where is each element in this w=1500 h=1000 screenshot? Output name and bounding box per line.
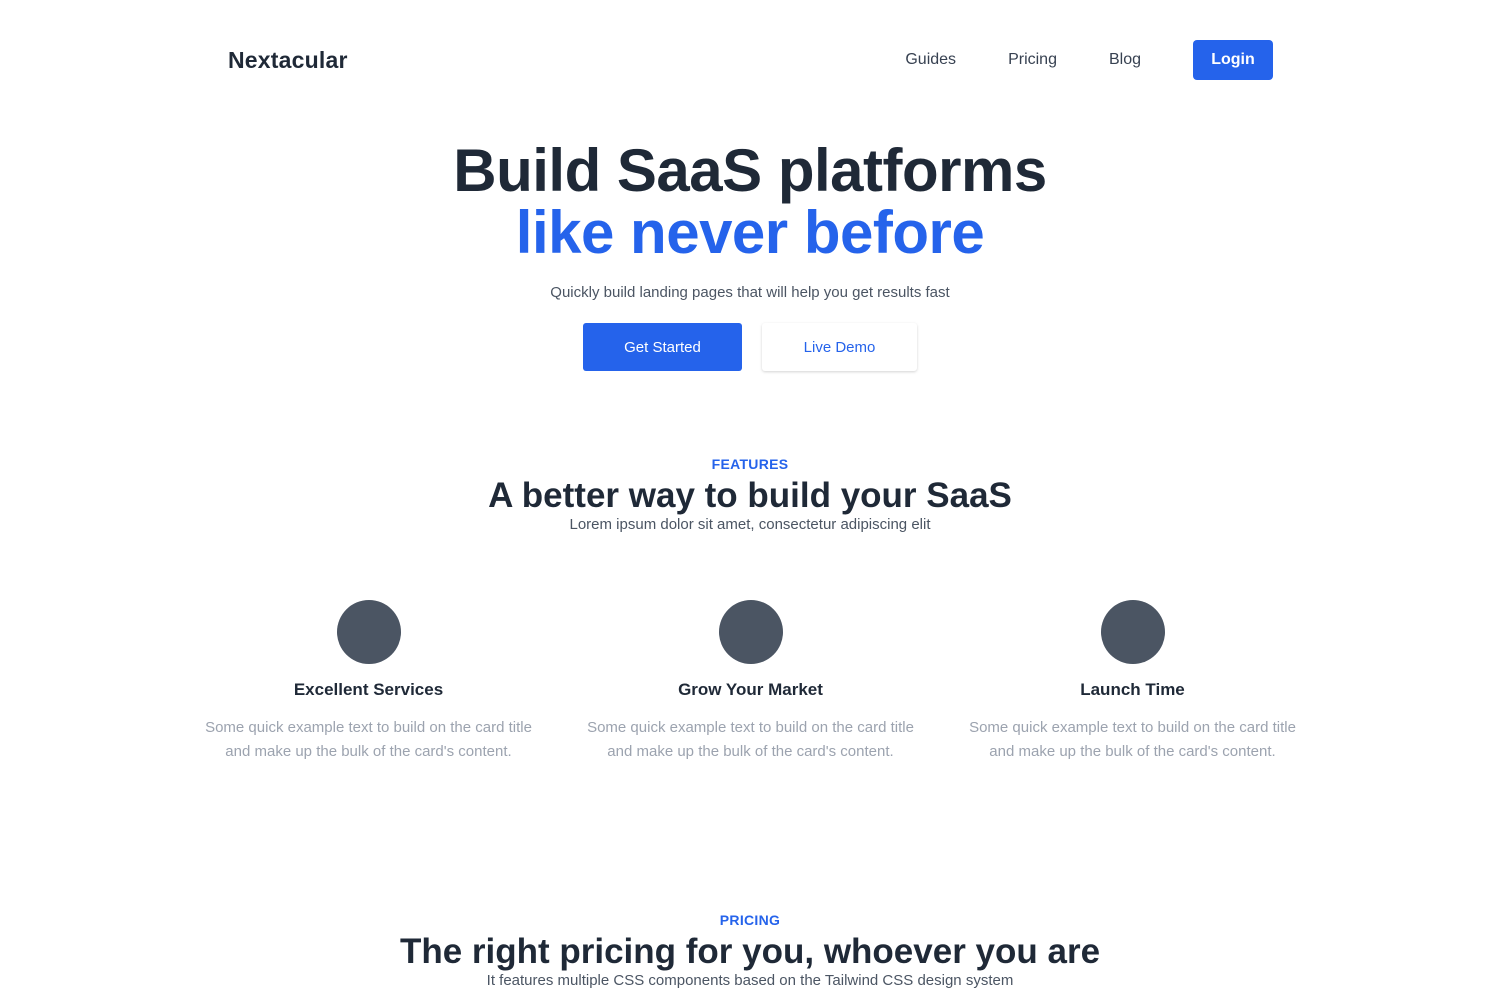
feature-cards: Excellent Services Some quick example te… [187, 600, 1314, 764]
hero-title-line2: like never before [515, 199, 985, 266]
feature-card-title: Excellent Services [293, 680, 444, 699]
pricing-title: The right pricing for you, whoever you a… [399, 932, 1101, 971]
feature-card-text: Some quick example text to build on the … [969, 719, 1296, 760]
feature-card-text: Some quick example text to build on the … [587, 719, 914, 760]
feature-card-title: Grow Your Market [678, 680, 823, 699]
brand-logo[interactable]: Nextacular [228, 47, 348, 74]
pricing-header: PRICING The right pricing for you, whoev… [0, 912, 1500, 989]
feature-card: Excellent Services Some quick example te… [187, 600, 550, 764]
feature-icon-placeholder [336, 600, 401, 664]
hero-title: Build SaaS platforms like never before [0, 140, 1500, 264]
nav-link-pricing[interactable]: Pricing [1008, 51, 1057, 69]
feature-icon-placeholder [1100, 600, 1165, 664]
top-navigation: Nextacular Guides Pricing Blog Login [228, 40, 1273, 80]
hero-subtitle: Quickly build landing pages that will he… [550, 284, 950, 301]
pricing-eyebrow: PRICING [719, 912, 781, 928]
feature-card: Grow Your Market Some quick example text… [569, 600, 932, 764]
feature-card-title: Launch Time [1080, 680, 1185, 699]
live-demo-button[interactable]: Live Demo [762, 323, 917, 371]
features-subtitle: Lorem ipsum dolor sit amet, consectetur … [569, 516, 931, 533]
feature-icon-placeholder [718, 600, 783, 664]
feature-card: Launch Time Some quick example text to b… [951, 600, 1314, 764]
hero-actions: Get Started Live Demo [0, 323, 1500, 371]
nav-link-blog[interactable]: Blog [1109, 51, 1141, 69]
login-button[interactable]: Login [1193, 40, 1273, 80]
pricing-subtitle: It features multiple CSS components base… [486, 972, 1014, 989]
feature-card-text: Some quick example text to build on the … [205, 719, 532, 760]
hero-title-line1: Build SaaS platforms [453, 137, 1047, 204]
features-title: A better way to build your SaaS [488, 476, 1012, 515]
features-header: FEATURES A better way to build your SaaS… [0, 456, 1500, 533]
landing-page: Nextacular Guides Pricing Blog Login Bui… [0, 0, 1500, 1000]
hero-section: Build SaaS platforms like never before Q… [0, 140, 1500, 371]
nav-links: Guides Pricing Blog Login [905, 40, 1273, 80]
nav-link-guides[interactable]: Guides [905, 51, 956, 69]
get-started-button[interactable]: Get Started [583, 323, 742, 371]
features-eyebrow: FEATURES [711, 456, 789, 472]
